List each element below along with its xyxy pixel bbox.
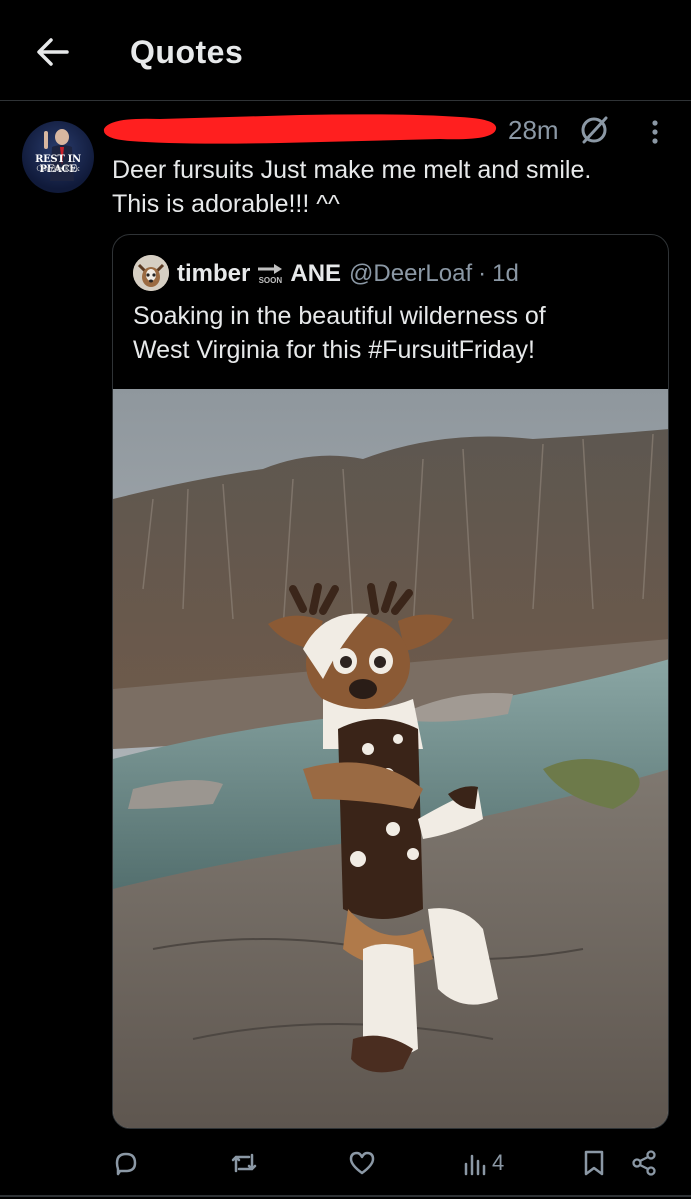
redaction-mark [103,114,497,144]
quoted-text-line: West Virginia for this #FursuitFriday! [133,336,535,364]
right-arrow-icon [258,264,283,274]
quoted-text-line: Soaking in the beautiful wilderness of [133,302,546,330]
back-button[interactable] [30,30,74,74]
reply-button[interactable] [112,1143,140,1183]
avatar[interactable]: REST IN PEACE Charlie Kirk [22,121,94,193]
share-button[interactable] [630,1143,658,1183]
quoted-text: Soaking in the beautiful wilderness of W… [133,299,653,367]
share-icon [632,1150,656,1176]
quoted-handle[interactable]: @DeerLoaf [349,260,472,288]
quoted-display-name-suffix[interactable]: ANE [290,260,341,288]
bookmark-icon [584,1150,604,1176]
separator-dot: · [478,260,487,287]
divider [0,1195,691,1197]
quoted-avatar [133,255,169,291]
views-icon [464,1154,486,1176]
post-text-line: This is adorable!!! ^^ [112,190,340,218]
like-button[interactable] [348,1143,376,1183]
bookmark-button[interactable] [582,1143,606,1183]
views-button[interactable]: 4 [462,1143,504,1183]
soon-label: SOON [258,276,283,285]
top-bar: Quotes [0,0,691,101]
quote-post[interactable]: REST IN PEACE Charlie Kirk 28m Deer furs… [0,101,691,1199]
post-text: Deer fursuits Just make me melt and smil… [112,153,672,221]
quoted-post-header: timber SOON ANE @DeerLoaf · 1d [177,257,519,291]
page-title: Quotes [130,34,244,70]
fursuit-photo[interactable] [113,389,669,1129]
repost-button[interactable] [229,1143,259,1183]
like-icon [349,1151,375,1175]
quoted-age: 1d [492,260,519,287]
post-text-line: Deer fursuits Just make me melt and smil… [112,156,592,184]
quoted-post-card[interactable]: timber SOON ANE @DeerLoaf · 1d Soaking i… [112,234,669,1129]
quoted-display-name[interactable]: timber [177,260,250,288]
views-count: 4 [492,1150,505,1175]
soon-badge: SOON [256,263,284,285]
action-bar: 4 [0,1143,691,1183]
more-vertical-icon[interactable] [640,117,670,147]
reply-icon [115,1152,137,1176]
grok-icon[interactable] [578,115,612,145]
deer-avatar-image [133,255,169,291]
post-time: 28m [508,115,559,145]
back-arrow-icon [37,38,69,66]
repost-icon [231,1153,257,1173]
avatar-subcaption: Charlie Kirk [36,165,80,173]
